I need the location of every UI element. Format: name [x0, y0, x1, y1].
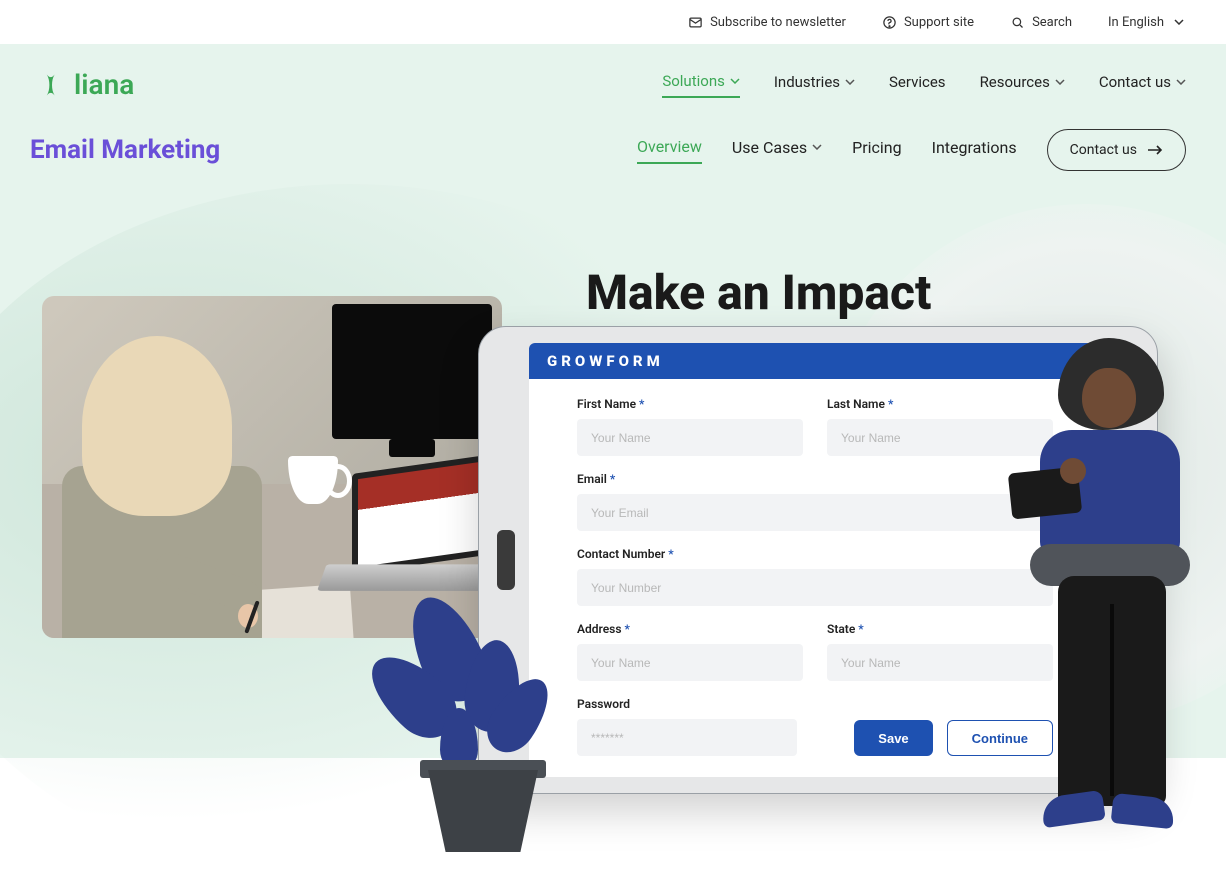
sub-nav-links: Overview Use Cases Pricing Integrations …	[637, 129, 1186, 171]
chevron-down-icon	[845, 79, 855, 85]
contact-number-input[interactable]	[577, 569, 1053, 606]
plant-illustration	[380, 574, 580, 864]
required-icon: *	[858, 622, 863, 636]
nav-resources[interactable]: Resources	[980, 72, 1065, 98]
chevron-down-icon	[1176, 79, 1186, 85]
arrow-right-icon	[1147, 144, 1163, 156]
required-icon: *	[668, 547, 673, 561]
email-label: Email*	[577, 472, 1053, 486]
address-text: Address	[577, 622, 622, 636]
contact-us-label: Contact us	[1070, 142, 1137, 158]
first-name-text: First Name	[577, 397, 636, 411]
password-label: Password	[577, 697, 797, 711]
language-selector[interactable]: In English	[1108, 15, 1186, 30]
page-title: Email Marketing	[30, 135, 220, 165]
state-text: State	[827, 622, 855, 636]
required-icon: *	[888, 397, 893, 411]
contact-number-text: Contact Number	[577, 547, 665, 561]
support-label: Support site	[904, 15, 974, 30]
hero-headline: Make an Impact	[586, 264, 931, 321]
brand-logo[interactable]: liana	[38, 68, 134, 101]
logo-icon	[38, 71, 66, 99]
email-text: Email	[577, 472, 607, 486]
subnav-integrations[interactable]: Integrations	[932, 138, 1017, 163]
nav-contact[interactable]: Contact us	[1099, 72, 1186, 98]
subnav-pricing-label: Pricing	[852, 138, 902, 157]
subnav-usecases-label: Use Cases	[732, 138, 807, 157]
chevron-down-icon	[812, 144, 822, 150]
nav-solutions[interactable]: Solutions	[662, 72, 740, 98]
required-icon: *	[610, 472, 615, 486]
search-label: Search	[1032, 15, 1072, 30]
subnav-overview[interactable]: Overview	[637, 137, 702, 164]
mail-icon	[688, 15, 703, 30]
address-label: Address*	[577, 622, 803, 636]
nav-services-label: Services	[889, 73, 946, 91]
first-name-label: First Name*	[577, 397, 803, 411]
nav-resources-label: Resources	[980, 73, 1050, 91]
subscribe-label: Subscribe to newsletter	[710, 15, 846, 30]
brand-name: liana	[74, 68, 134, 101]
person-illustration	[1012, 338, 1202, 862]
help-icon	[882, 15, 897, 30]
subnav-integrations-label: Integrations	[932, 138, 1017, 157]
utility-bar: Subscribe to newsletter Support site Sea…	[0, 0, 1226, 44]
password-input[interactable]	[577, 719, 797, 756]
last-name-text: Last Name	[827, 397, 885, 411]
form-brand: GROWFORM	[529, 343, 1093, 379]
search-icon	[1010, 15, 1025, 30]
secondary-nav: Email Marketing Overview Use Cases Prici…	[0, 101, 1226, 171]
language-label: In English	[1108, 15, 1164, 30]
contact-us-button[interactable]: Contact us	[1047, 129, 1186, 171]
address-input[interactable]	[577, 644, 803, 681]
nav-industries[interactable]: Industries	[774, 72, 855, 98]
required-icon: *	[639, 397, 644, 411]
email-input[interactable]	[577, 494, 1053, 531]
subnav-pricing[interactable]: Pricing	[852, 138, 902, 163]
chevron-down-icon	[730, 78, 740, 84]
primary-nav-links: Solutions Industries Services Resources …	[662, 72, 1186, 98]
chevron-down-icon	[1171, 15, 1186, 30]
nav-industries-label: Industries	[774, 73, 840, 91]
nav-services[interactable]: Services	[889, 72, 946, 98]
form-body: First Name* Last Name* Email*	[529, 379, 1093, 777]
subnav-overview-label: Overview	[637, 137, 702, 156]
nav-contact-label: Contact us	[1099, 73, 1171, 91]
contact-number-label: Contact Number*	[577, 547, 1053, 561]
subnav-usecases[interactable]: Use Cases	[732, 138, 822, 163]
nav-solutions-label: Solutions	[662, 72, 725, 90]
support-site-link[interactable]: Support site	[882, 15, 974, 30]
search-link[interactable]: Search	[1010, 15, 1072, 30]
primary-nav: liana Solutions Industries Services Reso…	[0, 44, 1226, 101]
first-name-input[interactable]	[577, 419, 803, 456]
save-button[interactable]: Save	[854, 720, 932, 756]
required-icon: *	[625, 622, 630, 636]
subscribe-newsletter-link[interactable]: Subscribe to newsletter	[688, 15, 846, 30]
chevron-down-icon	[1055, 79, 1065, 85]
